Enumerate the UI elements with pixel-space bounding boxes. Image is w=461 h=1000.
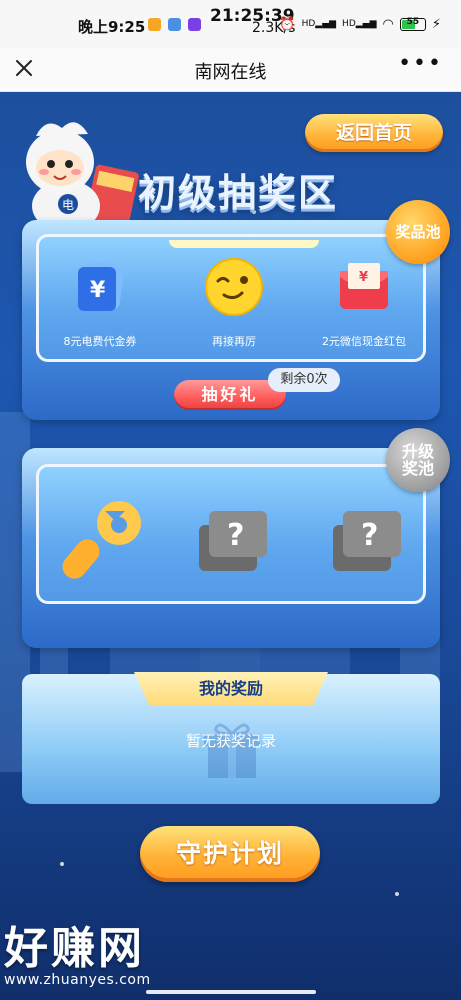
red-envelope-icon: ¥: [334, 257, 394, 317]
status-time: 晚上9:25: [78, 18, 146, 36]
upgrade-pool-panel: ? ? 升级 奖池: [22, 428, 450, 648]
signal-icon: HD▂▄▆: [342, 19, 377, 29]
svg-text:¥: ¥: [359, 270, 368, 285]
page-title: 南网在线: [194, 62, 267, 83]
svg-text:?: ?: [361, 518, 378, 553]
app-notification-icon: [188, 18, 201, 31]
home-indicator[interactable]: [146, 990, 316, 994]
watermark: 好赚网 www.zhuanyes.com: [4, 912, 194, 992]
my-rewards-title: 我的奖励: [134, 672, 328, 706]
prize-pool-inner: ¥ 8元电费代金券 再接再厉 ¥ 2元微信现金红包: [36, 234, 426, 362]
svg-text:电: 电: [62, 198, 74, 212]
guard-plan-button[interactable]: 守护计划: [140, 826, 320, 882]
remaining-draws-tip: 剩余0次: [268, 368, 340, 392]
signal-icon: HD▂▄▆: [301, 19, 337, 29]
wifi-icon: ◠: [382, 17, 394, 32]
prize-label: 2元微信现金红包: [322, 335, 406, 348]
alarm-icon: ⏰: [279, 17, 296, 32]
status-bar: 晚上9:25 21:25:39 2.3K/s ⏰ HD▂▄▆ HD▂▄▆ ◠ 5…: [0, 0, 461, 48]
back-home-button[interactable]: 返回首页: [305, 114, 443, 152]
question-bubble-icon: ?: [333, 511, 401, 571]
pool-bar-decoration: [169, 240, 319, 248]
wrench-icon: [62, 501, 141, 579]
app-notification-icon: [148, 18, 161, 31]
more-icon[interactable]: •••: [398, 53, 443, 75]
prize-pool-badge: 奖品池: [386, 200, 450, 264]
app-notification-icon: [168, 18, 181, 31]
no-rewards-text: 暂无获奖记录: [185, 732, 276, 750]
upgrade-pool-badge: 升级 奖池: [386, 428, 450, 492]
area-title: 初级抽奖区: [138, 170, 339, 215]
battery-icon: 55: [399, 17, 426, 31]
status-icons: ⏰ HD▂▄▆ HD▂▄▆ ◠ 55 ⚡: [279, 17, 441, 32]
sparkle: [60, 862, 64, 866]
mascot-illustration: 电: [26, 122, 139, 232]
prize-label: 再接再厉: [212, 335, 256, 348]
battery-level: 55: [406, 17, 420, 27]
sparkle: [395, 892, 399, 896]
upgrade-pool-inner: ? ?: [36, 464, 426, 604]
svg-text:¥: ¥: [90, 278, 106, 303]
wink-face-icon: [204, 257, 264, 317]
voucher-icon: ¥: [70, 257, 130, 317]
watermark-url: www.zhuanyes.com: [4, 972, 151, 988]
watermark-text: 好赚网: [4, 923, 145, 974]
prize-label: 8元电费代金券: [63, 335, 137, 348]
main-content: 电 返回首页 初级抽奖区 ¥ 8元电费代金券 再接再厉 ¥ 2元微信现金红包 奖…: [0, 92, 461, 1000]
prize-item: 再接再厉: [179, 257, 289, 349]
charging-icon: ⚡: [431, 17, 441, 32]
prize-item: ¥ 8元电费代金券: [45, 257, 155, 349]
question-bubble-icon: ?: [199, 511, 267, 571]
svg-text:?: ?: [227, 518, 244, 553]
nav-bar: 南网在线 •••: [0, 48, 461, 92]
prize-pool-panel: ¥ 8元电费代金券 再接再厉 ¥ 2元微信现金红包 奖品池 抽好礼 剩余0次: [22, 200, 450, 420]
my-rewards-panel: 我的奖励 暂无获奖记录: [22, 672, 440, 804]
prize-item: ¥ 2元微信现金红包: [309, 257, 419, 349]
